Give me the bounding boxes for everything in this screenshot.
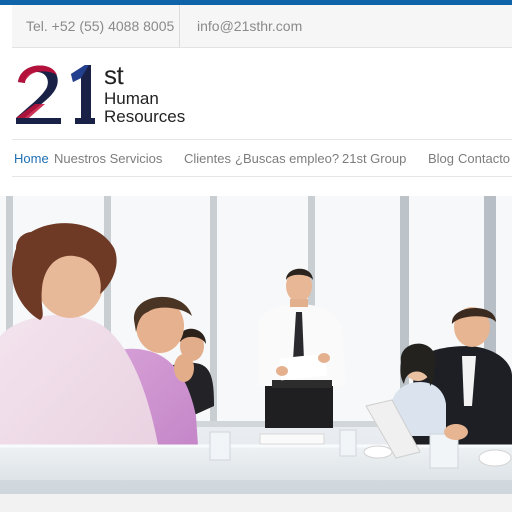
nav-bottom-divider — [12, 176, 512, 177]
contact-bar: Tel. +52 (55) 4088 8005 info@21sthr.com — [12, 5, 512, 48]
nav-item-21st-group[interactable]: 21st Group — [342, 151, 406, 166]
nav-item-nuestros-servicios[interactable]: Nuestros Servicios — [54, 151, 162, 166]
logo-numeral-mark — [16, 65, 95, 124]
bottom-strip — [0, 494, 512, 512]
logo-line-resources: Resources — [104, 107, 186, 126]
contact-divider — [179, 5, 180, 47]
logo-suffix: st — [104, 60, 124, 90]
nav-item-blog[interactable]: Blog — [428, 151, 454, 166]
nav-top-divider — [12, 139, 512, 140]
nav-item-clientes[interactable]: Clientes — [184, 151, 231, 166]
site-logo[interactable]: st Human Resources — [15, 60, 195, 130]
page: Tel. +52 (55) 4088 8005 info@21sthr.com … — [0, 0, 512, 512]
business-meeting-photo — [0, 196, 512, 494]
nav-item-buscas-empleo[interactable]: ¿Buscas empleo? — [235, 151, 339, 166]
email-link[interactable]: info@21sthr.com — [197, 18, 302, 34]
nav-item-home[interactable]: Home — [14, 151, 49, 166]
logo-line-human: Human — [104, 89, 159, 108]
hero-image — [0, 196, 512, 494]
main-nav: Home Nuestros Servicios Clientes ¿Buscas… — [0, 149, 512, 171]
nav-item-contacto[interactable]: Contacto — [458, 151, 510, 166]
phone-number: Tel. +52 (55) 4088 8005 — [26, 18, 175, 34]
